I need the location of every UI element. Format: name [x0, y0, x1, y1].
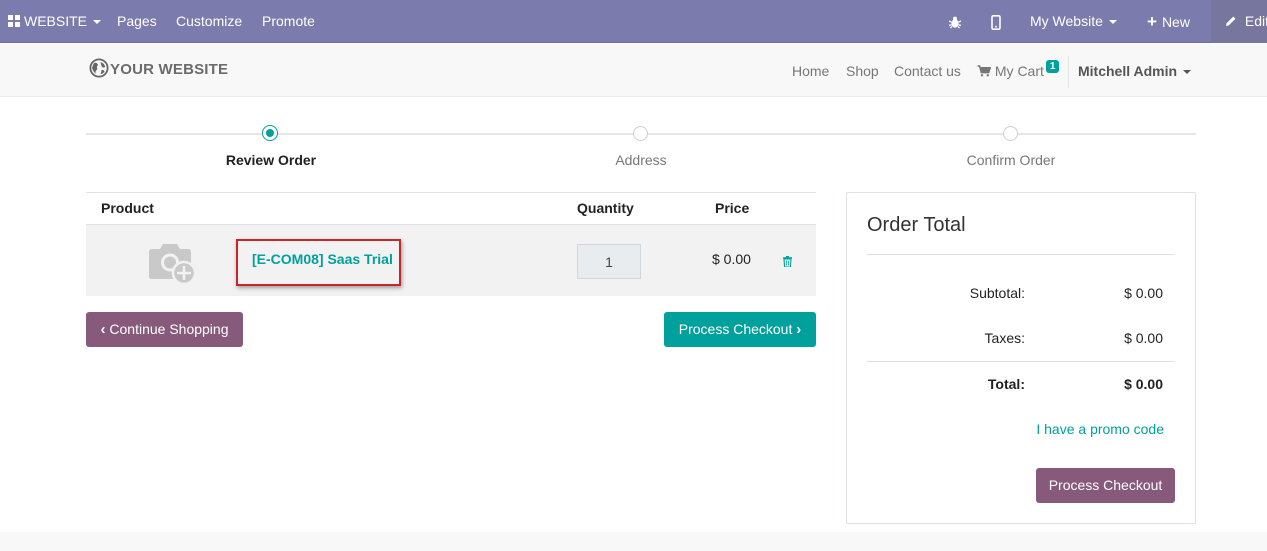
- nav-home[interactable]: Home: [792, 61, 829, 81]
- chevron-left-icon: ‹: [100, 321, 106, 338]
- step-label-address[interactable]: Address: [531, 152, 751, 168]
- site-logo[interactable]: YOUR WEBSITE: [89, 58, 229, 81]
- edit-button[interactable]: Edit: [1211, 0, 1267, 43]
- taxes-label: Taxes:: [984, 330, 1025, 346]
- cart-count-badge: 1: [1045, 60, 1060, 73]
- site-header: YOUR WEBSITE Home Shop Contact us My Car…: [0, 44, 1267, 97]
- admin-bar: WEBSITE Pages Customize Promote My Websi…: [0, 0, 1267, 43]
- process-checkout-button[interactable]: Process Checkout ›: [664, 312, 816, 347]
- globe-icon: [89, 58, 109, 78]
- user-menu[interactable]: Mitchell Admin: [1078, 61, 1192, 81]
- apps-menu[interactable]: WEBSITE: [8, 0, 102, 43]
- trash-icon[interactable]: [783, 256, 792, 267]
- step-label-review-order[interactable]: Review Order: [161, 152, 381, 168]
- step-dot-address[interactable]: [633, 126, 648, 141]
- pages-menu[interactable]: Pages: [117, 0, 157, 43]
- divider: [867, 254, 1175, 255]
- cart-table: Product Quantity Price [E-COM08] Saas Tr…: [86, 192, 816, 296]
- table-row: [E-COM08] Saas Trial $ 0.00: [86, 224, 816, 296]
- process-checkout-button-secondary[interactable]: Process Checkout: [1036, 468, 1175, 503]
- divider: [867, 361, 1175, 362]
- logo-text: YOUR WEBSITE: [110, 61, 229, 78]
- order-total-card: Order Total Subtotal: $ 0.00 Taxes: $ 0.…: [846, 192, 1196, 524]
- promo-code-link[interactable]: I have a promo code: [997, 421, 1164, 437]
- total-value: $ 0.00: [1124, 376, 1163, 392]
- pencil-icon: [1226, 16, 1236, 27]
- column-header-quantity: Quantity: [577, 200, 634, 216]
- process-checkout-label: Process Checkout: [678, 321, 793, 337]
- chevron-right-icon: ›: [796, 321, 802, 338]
- plus-icon: +: [1147, 12, 1157, 31]
- divider: [1068, 56, 1069, 88]
- step-dot-review-order[interactable]: [262, 125, 278, 141]
- subtotal-value: $ 0.00: [1124, 285, 1163, 301]
- column-header-price: Price: [715, 200, 750, 216]
- footer-strip: [0, 532, 1267, 551]
- line-price: $ 0.00: [712, 251, 751, 267]
- bug-icon: [948, 16, 962, 29]
- edit-button-label: Edit: [1244, 13, 1267, 29]
- cart-icon: [977, 65, 992, 77]
- nav-contact-us[interactable]: Contact us: [894, 61, 961, 81]
- mobile-preview-button[interactable]: [991, 0, 1001, 43]
- subtotal-label: Subtotal:: [969, 285, 1025, 301]
- camera-placeholder-icon: [149, 244, 197, 286]
- step-dot-confirm-order[interactable]: [1003, 126, 1018, 141]
- quantity-input[interactable]: [577, 244, 641, 279]
- product-name-link[interactable]: [E-COM08] Saas Trial: [236, 239, 401, 286]
- promote-menu[interactable]: Promote: [262, 0, 315, 43]
- chevron-down-icon: [1183, 70, 1192, 75]
- website-selector[interactable]: My Website: [1030, 0, 1117, 43]
- cart-label: My Cart: [994, 63, 1044, 79]
- apps-grid-icon: [8, 15, 20, 28]
- taxes-value: $ 0.00: [1124, 330, 1163, 346]
- chevron-down-icon: [93, 20, 102, 25]
- new-button-label: New: [1161, 14, 1190, 30]
- total-label: Total:: [987, 376, 1025, 392]
- new-button[interactable]: + New: [1147, 0, 1190, 43]
- chevron-down-icon: [1108, 20, 1117, 25]
- continue-shopping-label: Continue Shopping: [109, 321, 229, 337]
- mobile-icon: [991, 14, 1001, 30]
- website-selector-label: My Website: [1030, 13, 1103, 29]
- nav-shop[interactable]: Shop: [846, 61, 879, 81]
- continue-shopping-button[interactable]: ‹ Continue Shopping: [86, 312, 243, 347]
- order-total-title: Order Total: [867, 214, 966, 236]
- debug-button[interactable]: [948, 0, 962, 43]
- customize-menu[interactable]: Customize: [176, 0, 242, 43]
- nav-my-cart[interactable]: My Cart 1: [977, 60, 1060, 81]
- user-name: Mitchell Admin: [1078, 63, 1178, 79]
- step-label-confirm-order[interactable]: Confirm Order: [901, 152, 1121, 168]
- apps-menu-label: WEBSITE: [24, 13, 88, 29]
- column-header-product: Product: [101, 200, 154, 216]
